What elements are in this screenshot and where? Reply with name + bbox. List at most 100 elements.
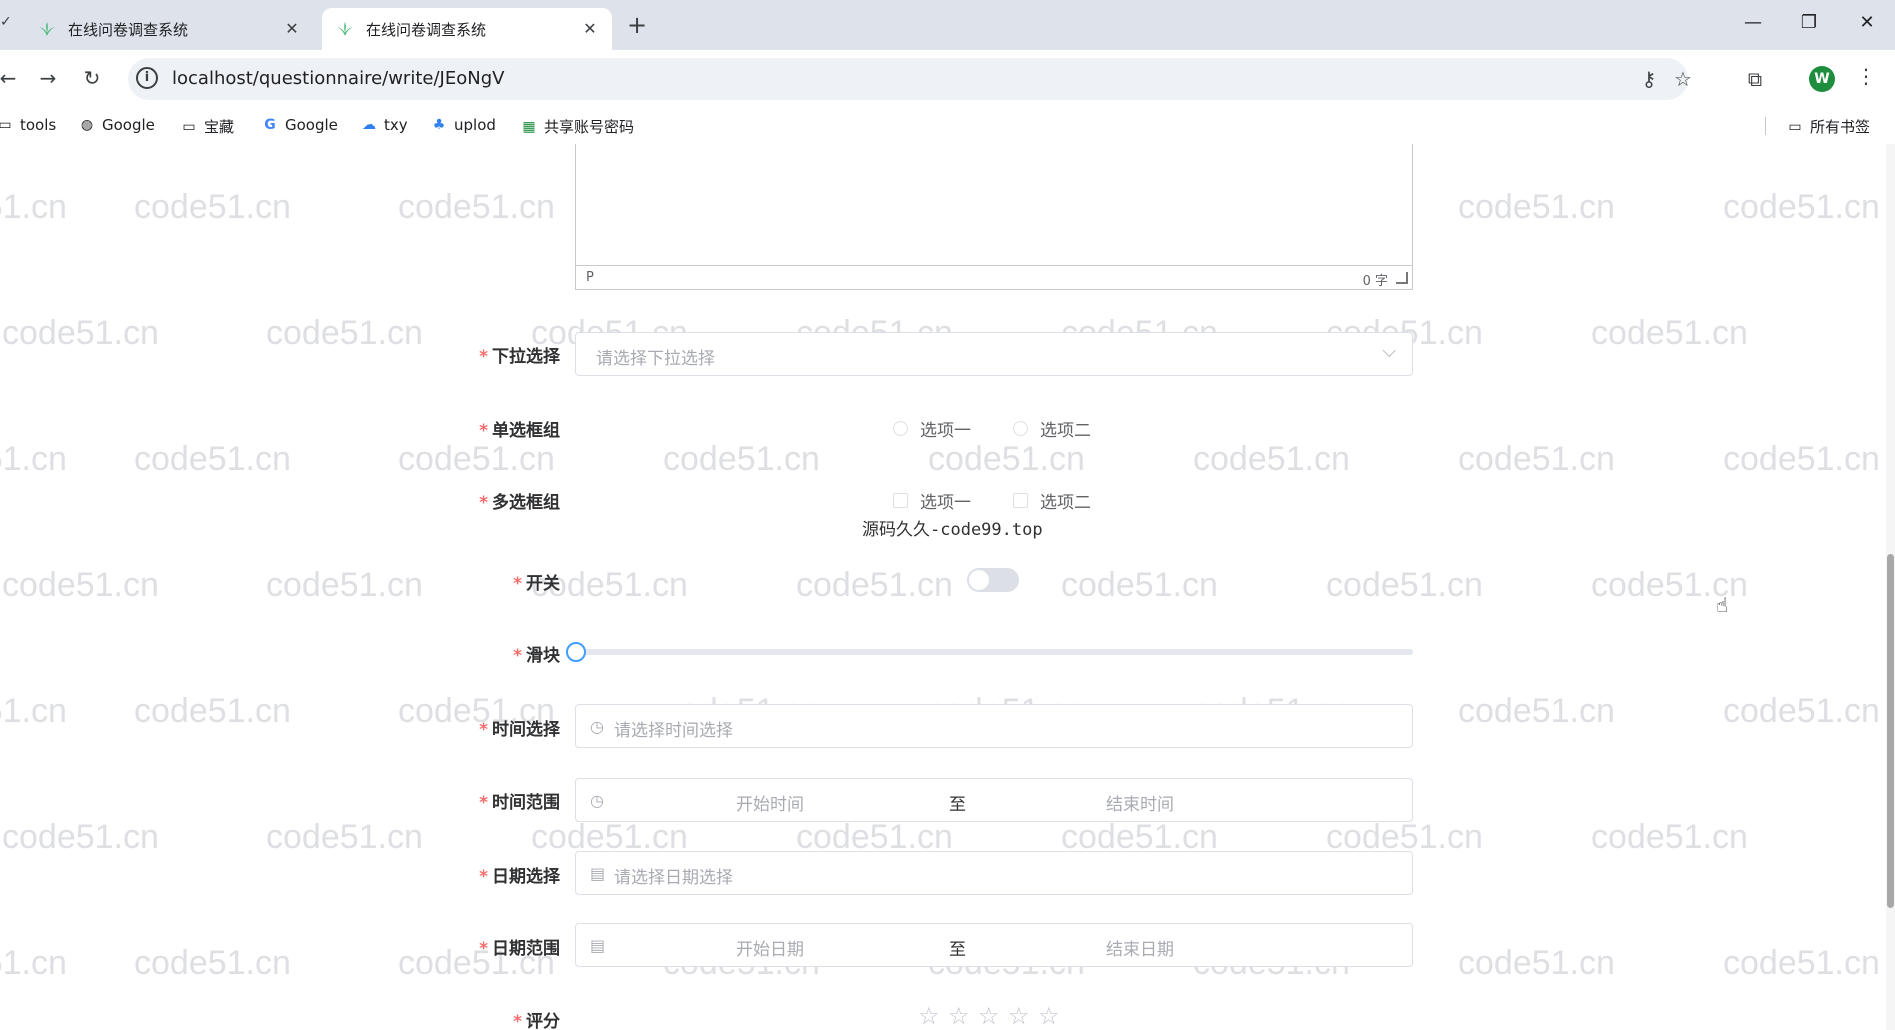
checkbox-box[interactable]	[893, 493, 908, 508]
back-icon[interactable]: ←	[0, 64, 22, 92]
tab-1[interactable]: 在线问卷调查系统 ✕	[24, 8, 314, 50]
extensions-icon[interactable]: ⧉	[1740, 64, 1770, 94]
window-close-icon[interactable]: ✕	[1852, 12, 1882, 36]
star-icon[interactable]: ☆	[978, 1002, 1000, 1030]
tab-search-icon[interactable]: ✓	[0, 14, 12, 30]
time-picker-label-text: 时间选择	[492, 720, 560, 740]
checkbox-box[interactable]	[1013, 493, 1028, 508]
time-range-end[interactable]: 结束时间	[1106, 790, 1174, 815]
date-range-picker[interactable]: ▤ 开始日期 至 结束日期	[575, 923, 1413, 967]
mouse-cursor-icon: ☝	[1716, 593, 1729, 617]
forward-icon[interactable]: →	[34, 64, 62, 92]
slider-handle[interactable]	[566, 642, 586, 662]
resize-handle-icon[interactable]	[1396, 272, 1408, 284]
url-text[interactable]: localhost/questionnaire/write/JEoNgV	[172, 68, 504, 89]
date-range-end[interactable]: 结束日期	[1106, 935, 1174, 960]
radio-option-label: 选项二	[1040, 421, 1091, 441]
checkbox-option-2[interactable]: 选项二	[1013, 488, 1091, 513]
toggle-switch[interactable]	[967, 568, 1019, 592]
checkbox-option-label: 选项一	[920, 493, 971, 513]
watermark: code51.cn	[266, 314, 423, 352]
radio-option-1[interactable]: 选项一	[893, 416, 971, 441]
clock-icon: ◷	[590, 717, 604, 736]
tab-2[interactable]: 在线问卷调查系统 ✕	[322, 8, 612, 50]
restore-icon[interactable]: ❐	[1794, 12, 1824, 36]
rich-text-editor[interactable]: P 0 字	[575, 144, 1413, 290]
time-range-start[interactable]: 开始时间	[736, 790, 804, 815]
required-mark: *	[479, 347, 488, 367]
address-bar[interactable]: i localhost/questionnaire/write/JEoNgV ⚷…	[128, 58, 1692, 100]
required-mark: *	[479, 720, 488, 740]
star-icon[interactable]: ☆	[948, 1002, 970, 1030]
time-picker-label: * 时间选择	[479, 715, 560, 740]
bookmark-txy[interactable]: ☁ txy	[360, 116, 408, 134]
time-picker[interactable]: ◷ 请选择时间选择	[575, 704, 1413, 748]
time-range-label: * 时间范围	[479, 788, 560, 813]
select-placeholder: 请选择下拉选择	[596, 349, 715, 369]
chevron-down-icon: ⌵	[1382, 341, 1396, 362]
editor-word-count: 0 字	[1362, 274, 1388, 289]
all-bookmarks-label: 所有书签	[1810, 118, 1871, 136]
watermark: code51.cn	[796, 566, 953, 604]
watermark: code51.cn	[134, 692, 291, 730]
switch-knob	[969, 570, 989, 590]
bookmark-treasure[interactable]: ▭ 宝藏	[180, 116, 234, 137]
required-mark: *	[513, 574, 522, 594]
globe-icon: ◍	[80, 117, 94, 133]
key-icon[interactable]: ⚷	[1636, 67, 1662, 91]
bookmark-shared-accounts[interactable]: ▦ 共享账号密码	[520, 116, 634, 137]
tab-1-close-icon[interactable]: ✕	[282, 19, 302, 39]
bookmark-star-icon[interactable]: ☆	[1670, 67, 1696, 91]
scrollbar-thumb[interactable]	[1887, 554, 1894, 908]
star-icon[interactable]: ☆	[1008, 1002, 1030, 1030]
reload-icon[interactable]: ↻	[78, 64, 106, 92]
watermark: code51.cn	[134, 440, 291, 478]
required-mark: *	[479, 493, 488, 513]
watermark: code51.cn	[0, 188, 67, 226]
watermark: code51.cn	[1458, 440, 1615, 478]
tab-1-title: 在线问卷调查系统	[68, 20, 189, 39]
calendar-icon: ▤	[590, 936, 606, 955]
sheet-icon: ▦	[522, 118, 536, 135]
date-range-separator: 至	[949, 940, 966, 960]
date-range-label: * 日期范围	[479, 934, 560, 959]
watermark: code51.cn	[134, 188, 291, 226]
watermark: code51.cn	[1326, 566, 1483, 604]
checkbox-option-1[interactable]: 选项一	[893, 488, 971, 513]
tab-2-close-icon[interactable]: ✕	[580, 19, 600, 39]
bookmark-google-1[interactable]: ◍ Google	[78, 116, 155, 134]
time-range-label-text: 时间范围	[492, 793, 560, 813]
bookmark-google-2[interactable]: G Google	[261, 116, 338, 134]
checkbox-group-label-text: 多选框组	[492, 493, 560, 513]
tab-2-title: 在线问卷调查系统	[366, 20, 487, 39]
profile-avatar[interactable]: W	[1809, 66, 1835, 92]
dropdown-select[interactable]: 请选择下拉选择 ⌵	[575, 332, 1413, 376]
page-content: code51.cn code51.cn code51.cn code51.cn …	[0, 144, 1895, 1030]
upload-icon: ♣	[432, 117, 446, 133]
radio-circle[interactable]	[893, 421, 908, 436]
rate-label-text: 评分	[526, 1012, 560, 1030]
date-placeholder: 请选择日期选择	[614, 868, 733, 888]
watermark: code51.cn	[1061, 566, 1218, 604]
bookmark-label: tools	[20, 116, 57, 134]
watermark: code51.cn	[1458, 944, 1615, 982]
date-range-start[interactable]: 开始日期	[736, 935, 804, 960]
radio-option-2[interactable]: 选项二	[1013, 416, 1091, 441]
new-tab-button[interactable]: +	[623, 12, 651, 40]
star-icon[interactable]: ☆	[1038, 1002, 1060, 1030]
minimize-icon[interactable]: —	[1738, 12, 1768, 36]
all-bookmarks[interactable]: ▭ 所有书签	[1786, 116, 1870, 137]
watermark: code51.cn	[2, 314, 159, 352]
site-info-icon[interactable]: i	[136, 67, 158, 89]
watermark: code51.cn	[663, 440, 820, 478]
slider-track[interactable]	[575, 649, 1413, 655]
date-picker[interactable]: ▤ 请选择日期选择	[575, 851, 1413, 895]
bookmark-uplod[interactable]: ♣ uplod	[430, 116, 496, 134]
time-range-picker[interactable]: ◷ 开始时间 至 结束时间	[575, 778, 1413, 822]
radio-circle[interactable]	[1013, 421, 1028, 436]
date-picker-label-text: 日期选择	[492, 867, 560, 887]
time-placeholder: 请选择时间选择	[614, 721, 733, 741]
star-icon[interactable]: ☆	[918, 1002, 940, 1030]
bookmark-tools[interactable]: ▭ tools	[0, 116, 56, 134]
kebab-menu-icon[interactable]: ⋮	[1856, 64, 1876, 88]
